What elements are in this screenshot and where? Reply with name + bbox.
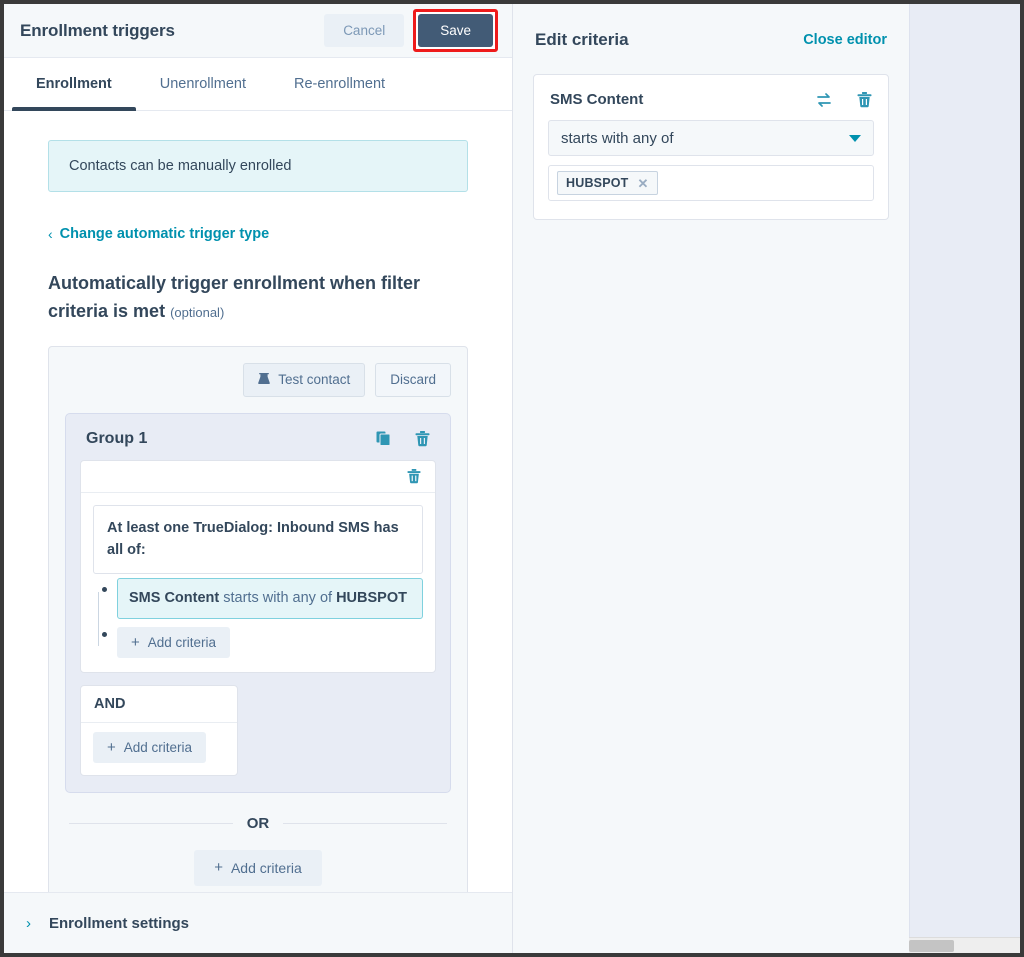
test-contact-button[interactable]: Test contact: [243, 362, 366, 397]
beaker-icon: [258, 372, 271, 388]
divider-line-left: [69, 822, 233, 824]
enrollment-settings-accordion[interactable]: › Enrollment settings: [4, 892, 512, 953]
list-item: + Add criteria: [99, 619, 423, 658]
divider-line-right: [283, 822, 447, 824]
operator-select-value: starts with any of: [561, 129, 674, 147]
criterion-operator: starts with any of: [223, 590, 333, 607]
panel-header: Enrollment triggers Cancel Save: [4, 4, 512, 58]
filter-group-header: Group 1: [80, 428, 436, 460]
criterion-property: SMS Content: [129, 590, 220, 607]
page-background-strip: [909, 4, 1020, 953]
and-label: AND: [81, 686, 237, 723]
change-automatic-trigger-type-link[interactable]: ‹ Change automatic trigger type: [48, 226, 269, 242]
delete-filter-icon[interactable]: [407, 468, 421, 484]
plus-icon: +: [131, 633, 140, 651]
header-actions: Cancel Save: [324, 9, 498, 52]
manual-enrollment-banner: Contacts can be manually enrolled: [48, 140, 468, 192]
change-automatic-trigger-type-label: Change automatic trigger type: [59, 226, 270, 242]
tab-re-enrollment-label: Re-enrollment: [293, 76, 386, 92]
criteria-field-name: SMS Content: [550, 91, 644, 108]
enrollment-settings-label: Enrollment settings: [49, 914, 190, 932]
section-heading-text: Automatically trigger enrollment when fi…: [48, 273, 421, 321]
horizontal-scrollbar[interactable]: [909, 937, 1020, 953]
delete-group-icon[interactable]: [415, 430, 430, 447]
tab-unenrollment[interactable]: Unenrollment: [136, 58, 270, 110]
enrollment-triggers-panel: Enrollment triggers Cancel Save Enrollme…: [4, 4, 513, 953]
manual-enrollment-banner-text: Contacts can be manually enrolled: [69, 158, 292, 174]
close-icon[interactable]: ✕: [638, 177, 649, 190]
tab-re-enrollment[interactable]: Re-enrollment: [270, 58, 409, 110]
value-token-label: HUBSPOT: [566, 176, 629, 190]
criteria-footer: + Add criteria: [65, 849, 451, 886]
or-divider: OR: [69, 815, 447, 832]
discard-button[interactable]: Discard: [375, 362, 451, 397]
criteria-editor-card: SMS Content starts with any of HUBSPOT ✕: [533, 74, 889, 220]
tab-enrollment[interactable]: Enrollment: [12, 58, 136, 111]
value-token[interactable]: HUBSPOT ✕: [557, 171, 658, 195]
chevron-left-icon: ‹: [48, 226, 53, 242]
filter-criteria-builder: Test contact Discard Group 1 At least on…: [48, 345, 468, 892]
filter-group-title: Group 1: [86, 429, 148, 447]
horizontal-scrollbar-thumb[interactable]: [909, 940, 954, 952]
filter-card: At least one TrueDialog: Inbound SMS has…: [80, 459, 436, 673]
tab-unenrollment-label: Unenrollment: [159, 76, 246, 92]
swap-icon[interactable]: [816, 92, 832, 107]
edit-criteria-panel: Edit criteria Close editor SMS Content s…: [513, 4, 909, 953]
criterion-value: HUBSPOT: [336, 590, 407, 607]
filter-card-body: At least one TrueDialog: Inbound SMS has…: [81, 493, 435, 672]
cancel-button[interactable]: Cancel: [324, 14, 405, 47]
operator-select[interactable]: starts with any of: [548, 120, 874, 156]
criteria-toolbar: Test contact Discard: [65, 362, 451, 397]
criteria-editor-actions: [816, 91, 872, 108]
filter-group: Group 1 At least one TrueDialog: Inbound…: [65, 412, 451, 793]
section-heading-optional: (optional): [170, 304, 225, 320]
and-body: + Add criteria: [81, 723, 237, 775]
list-item: SMS Content starts with any of HUBSPOT: [99, 574, 423, 619]
filter-card-header: [81, 461, 435, 493]
section-heading: Automatically trigger enrollment when fi…: [48, 270, 458, 326]
or-label: OR: [246, 814, 270, 832]
save-button[interactable]: Save: [418, 14, 493, 47]
tab-enrollment-label: Enrollment: [36, 76, 112, 92]
test-contact-label: Test contact: [278, 372, 351, 388]
plus-icon: +: [107, 738, 116, 756]
page-title: Enrollment triggers: [20, 20, 175, 40]
criteria-editor-card-header: SMS Content: [548, 89, 874, 120]
edit-criteria-header: Edit criteria Close editor: [533, 22, 889, 58]
enrollment-tab-content: Contacts can be manually enrolled ‹ Chan…: [4, 111, 512, 892]
duplicate-icon[interactable]: [376, 431, 391, 447]
criteria-bullet-list: SMS Content starts with any of HUBSPOT +…: [93, 574, 423, 658]
app-window: Enrollment triggers Cancel Save Enrollme…: [0, 0, 1024, 957]
and-condition-box: AND + Add criteria: [80, 684, 238, 776]
delete-criteria-icon[interactable]: [857, 91, 872, 108]
close-editor-link[interactable]: Close editor: [803, 32, 887, 48]
save-button-highlight: Save: [413, 9, 498, 52]
chevron-right-icon: ›: [26, 914, 31, 932]
add-criteria-label: Add criteria: [147, 634, 217, 650]
filter-statement: At least one TrueDialog: Inbound SMS has…: [93, 504, 423, 575]
discard-label: Discard: [390, 372, 436, 388]
edit-criteria-title: Edit criteria: [535, 30, 629, 49]
add-criteria-button-and[interactable]: + Add criteria: [93, 731, 207, 763]
chevron-down-icon: [849, 134, 861, 142]
add-criteria-button-group[interactable]: + Add criteria: [194, 849, 322, 886]
add-criteria-button-inline[interactable]: + Add criteria: [117, 626, 231, 658]
value-token-input[interactable]: HUBSPOT ✕: [548, 165, 874, 201]
criterion-chip-selected[interactable]: SMS Content starts with any of HUBSPOT: [117, 578, 423, 619]
plus-icon: +: [214, 859, 223, 877]
tab-bar: Enrollment Unenrollment Re-enrollment: [4, 58, 512, 111]
add-criteria-bottom-label: Add criteria: [230, 859, 302, 876]
add-criteria-and-label: Add criteria: [123, 739, 193, 755]
filter-group-actions: [376, 430, 430, 447]
